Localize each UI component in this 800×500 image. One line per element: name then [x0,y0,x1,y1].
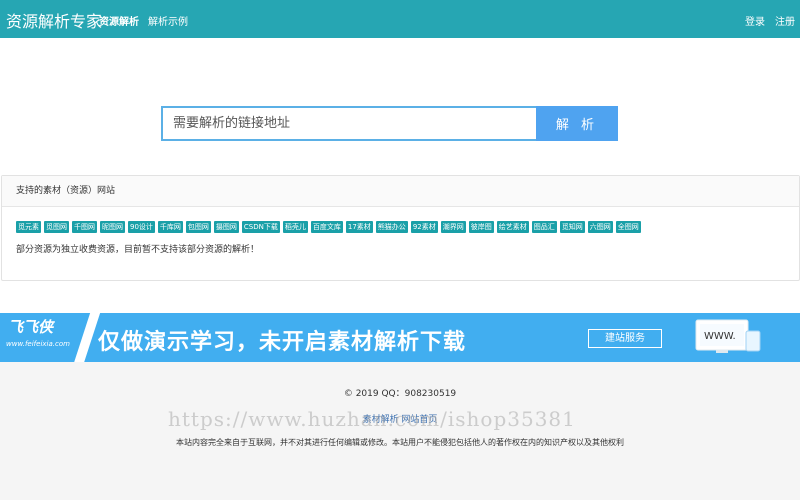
site-tag[interactable]: 图品汇 [531,221,557,233]
copyright-text: © 2019 QQ：908230519 [343,389,457,399]
parse-button[interactable]: 解 析 [536,106,618,141]
register-link[interactable]: 注册 [775,13,795,28]
site-tag[interactable]: 昵图网 [100,221,125,233]
site-tag[interactable]: 全图网 [615,221,641,233]
site-tag[interactable]: 17素材 [345,221,373,233]
site-tag[interactable]: 包图网 [185,221,211,233]
banner-logo-url: www.feifeixia.com [6,340,70,348]
banner-logo-box: 飞飞侠 www.feifeixia.com [0,313,85,362]
site-tag[interactable]: 觅知网 [559,221,585,233]
login-link[interactable]: 登录 [745,13,765,28]
site-tag[interactable]: 90设计 [128,221,155,233]
site-tag[interactable]: 千图网 [72,221,97,233]
site-tag[interactable]: 92素材 [410,221,438,233]
banner-headline: 仅做演示学习，未开启素材解析下载 [98,330,467,355]
banner-logo: 飞飞侠 [8,318,54,336]
site-tag[interactable]: 潮界网 [440,221,466,233]
site-tag[interactable]: 摄图网 [213,221,239,233]
nav-parse-examples[interactable]: 解析示例 [148,13,188,28]
site-tag[interactable]: 熊猫办公 [375,221,408,233]
disclaimer-text: 本站内容完全来自于互联网，并不对其进行任何编辑或修改。本站用户不能侵犯包括他人的… [176,438,624,447]
panel-note: 部分资源为独立收费资源，目前暂不支持该部分资源的解析！ [16,245,260,255]
site-tag-list: 觅元素 觅图网 千图网 昵图网 90设计 千库网 包图网 摄图网 CSDN下载 稻壳儿 百度文库 17… [16,221,791,233]
monitor-icon: WWW. [695,319,761,353]
site-tag[interactable]: 觅图网 [44,221,69,233]
site-tag[interactable]: 觅元素 [16,221,41,233]
site-tag[interactable]: 千库网 [157,221,183,233]
panel-title: 支持的素材（资源）网站 [2,176,799,207]
site-tag[interactable]: 六图网 [587,221,613,233]
top-navbar: 资源解析专家 资源解析 解析示例 登录 注册 [0,0,800,38]
watermark-text: https://www.huzhan.com/ishop35381 [168,407,576,431]
search-bar: 解 析 [161,106,618,141]
monitor-text: WWW. [704,331,736,342]
brand-logo[interactable]: 资源解析专家 [6,8,102,32]
page-footer: © 2019 QQ：908230519 素材解析 网站首页 本站内容完全来自于互… [0,362,800,500]
site-tag[interactable]: CSDN下载 [241,221,280,233]
promo-banner[interactable]: 飞飞侠 www.feifeixia.com 仅做演示学习，未开启素材解析下载 建… [0,313,800,362]
site-tag[interactable]: 稻壳儿 [282,221,308,233]
build-site-button[interactable]: 建站服务 [588,329,662,348]
supported-sites-panel: 支持的素材（资源）网站 觅元素 觅图网 千图网 昵图网 90设计 千库网 包图网 摄图网 CSD… [1,175,800,281]
site-tag[interactable]: 绘艺素材 [496,221,529,233]
site-tag[interactable]: 彼岸图 [468,221,494,233]
link-url-input[interactable] [161,106,547,141]
site-tag[interactable]: 百度文库 [310,221,343,233]
nav-resource-parse[interactable]: 资源解析 [99,13,139,28]
